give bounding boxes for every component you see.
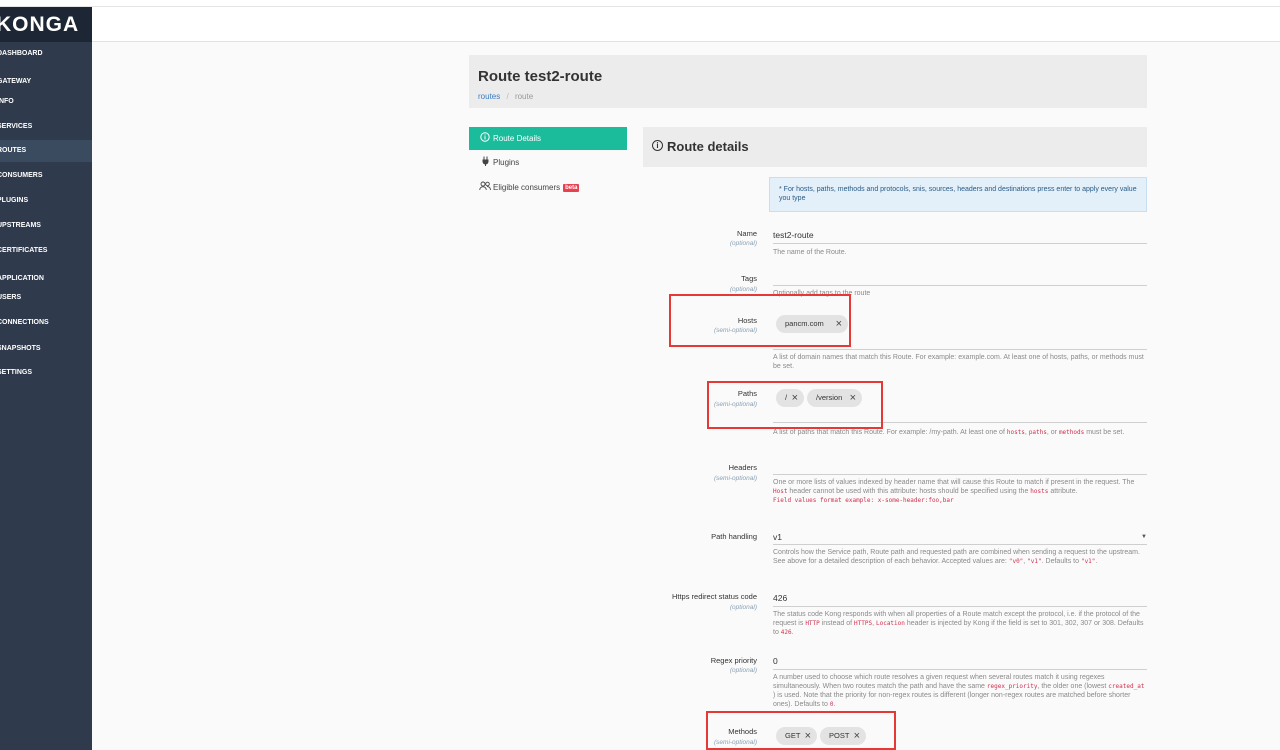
name-label: Name <box>736 229 757 238</box>
code-v0: "v0" <box>1008 558 1024 565</box>
sidebar-item-consumers[interactable]: CONSUMERS <box>0 165 92 187</box>
path-handling-help-suffix: . <box>1095 558 1098 565</box>
code-http: HTTP <box>805 620 820 627</box>
paths-help-suffix: must be set. <box>1086 429 1125 436</box>
headers-help-text-mid: header cannot be used with this attribut… <box>789 488 1029 495</box>
code-hosts: hosts <box>1006 429 1025 436</box>
sidebar-item-plugins[interactable]: PLUGINS <box>0 190 92 212</box>
tab-eligible-consumers[interactable]: Eligible consumers beta <box>469 176 627 199</box>
path-handling-help: Controls how the Service path, Route pat… <box>773 549 1140 565</box>
name-input[interactable]: test2-route <box>773 230 814 240</box>
hosts-help: A list of domain names that match this R… <box>773 354 1144 370</box>
headers-label: Headers <box>728 463 757 472</box>
headers-help-text: One or more lists of values indexed by h… <box>773 479 1135 486</box>
info-callout: * For hosts, paths, methods and protocol… <box>769 177 1147 212</box>
path-handling-label: Path handling <box>711 532 757 541</box>
sidebar-item-settings[interactable]: SETTINGS <box>0 362 92 384</box>
page-title: Route test2-route <box>478 68 603 85</box>
tab-label: Route Details <box>493 134 542 143</box>
tags-input[interactable] <box>773 285 1147 286</box>
regex-priority-help-mid: , the older one (lowest <box>1037 683 1107 690</box>
regex-priority-optional-hint: (optional) <box>729 667 757 674</box>
code-default-v1: "v1" <box>1080 558 1096 565</box>
details-header: i Route details <box>643 127 1147 167</box>
topbar-divider <box>92 41 1280 42</box>
sidebar-item-info[interactable]: INFO <box>0 91 92 113</box>
page-header: Route test2-route routes / route <box>469 55 1147 108</box>
headers-semi-optional-hint: (semi-optional) <box>714 475 757 482</box>
sidebar-item-snapshots[interactable]: SNAPSHOTS <box>0 338 92 360</box>
tags-optional-hint: (optional) <box>729 286 757 293</box>
headers-format-example: Field values format example: x-some-head… <box>773 497 954 504</box>
plug-icon <box>479 151 491 174</box>
code-regex-priority: regex_priority <box>986 683 1038 690</box>
breadcrumb-link-routes[interactable]: routes <box>478 92 500 101</box>
app-logo[interactable]: KONGA <box>0 7 92 42</box>
code-https: HTTPS <box>854 620 873 627</box>
tab-plugins[interactable]: Plugins <box>469 151 627 174</box>
highlight-box-methods <box>706 711 896 750</box>
sidebar-item-users[interactable]: USERS <box>0 287 92 309</box>
paths-help-text: A list of paths that match this Route. F… <box>773 429 1005 436</box>
code-methods: methods <box>1058 429 1085 436</box>
headers-input[interactable] <box>773 474 1147 475</box>
https-redirect-help-mid: instead of <box>821 620 853 627</box>
sidebar: KONGA DASHBOARD GATEWAY INFO SERVICES RO… <box>0 7 92 750</box>
path-handling-help-mid: . Defaults to <box>1041 558 1079 565</box>
sidebar-item-dashboard[interactable]: DASHBOARD <box>0 43 92 65</box>
regex-priority-label: Regex priority <box>710 656 757 665</box>
https-redirect-help-suffix: . <box>791 629 794 636</box>
path-handling-select[interactable]: v1 <box>773 532 782 542</box>
sidebar-section-gateway: GATEWAY <box>0 78 32 85</box>
headers-help-suffix: attribute. <box>1050 488 1078 495</box>
regex-priority-input[interactable]: 0 <box>773 656 778 666</box>
highlight-box-hosts <box>669 294 851 347</box>
breadcrumb-separator: / <box>506 92 509 101</box>
name-optional-hint: (optional) <box>729 240 757 247</box>
tags-label: Tags <box>741 274 757 283</box>
sidebar-item-services[interactable]: SERVICES <box>0 116 92 138</box>
tab-label-text: Eligible consumers <box>493 183 561 192</box>
regex-priority-help-mid2: ) is used. Note that the priority for no… <box>773 692 1131 708</box>
tab-label: Plugins <box>493 158 520 167</box>
sidebar-item-connections[interactable]: CONNECTIONS <box>0 312 92 334</box>
users-icon <box>479 176 491 199</box>
code-location: Location <box>875 620 905 627</box>
https-redirect-label: Https redirect status code <box>671 592 757 601</box>
details-title: Route details <box>667 139 749 154</box>
https-redirect-underline <box>773 606 1147 607</box>
name-input-underline <box>773 243 1147 244</box>
code-host: Host <box>773 488 788 495</box>
https-redirect-help: The status code Kong responds with when … <box>773 611 1144 636</box>
sidebar-item-certificates[interactable]: CERTIFICATES <box>0 240 92 262</box>
sidebar-item-routes[interactable]: ROUTES <box>0 140 92 162</box>
beta-badge: beta <box>563 184 580 192</box>
https-redirect-input[interactable]: 426 <box>773 593 787 603</box>
name-help: The name of the Route. <box>773 249 847 256</box>
code-created-at: created_at <box>1108 683 1145 690</box>
code-paths: paths <box>1028 429 1047 436</box>
hosts-input-underline <box>773 349 1147 350</box>
tab-route-details[interactable]: Route Details <box>469 127 627 150</box>
regex-priority-help-suffix: . <box>833 701 836 708</box>
tab-label: Eligible consumers beta <box>493 176 580 199</box>
info-circle-icon: i <box>652 140 663 151</box>
sidebar-item-upstreams[interactable]: UPSTREAMS <box>0 215 92 237</box>
code-hosts: hosts <box>1030 488 1049 495</box>
info-circle-icon <box>479 127 491 150</box>
headers-help: One or more lists of values indexed by h… <box>773 478 1147 505</box>
breadcrumb-current: route <box>514 92 534 101</box>
code-v1: "v1" <box>1027 558 1042 565</box>
path-handling-underline <box>773 544 1147 545</box>
paths-help: A list of paths that match this Route. F… <box>773 429 1125 436</box>
breadcrumb: routes / route <box>478 92 533 101</box>
top-border <box>0 6 1280 7</box>
chevron-down-icon[interactable]: ▼ <box>1141 534 1147 540</box>
highlight-box-paths <box>707 381 883 429</box>
regex-priority-underline <box>773 669 1147 670</box>
https-redirect-optional-hint: (optional) <box>729 604 757 611</box>
regex-priority-help: A number used to choose which route reso… <box>773 673 1147 709</box>
code-426: 426 <box>780 629 792 636</box>
